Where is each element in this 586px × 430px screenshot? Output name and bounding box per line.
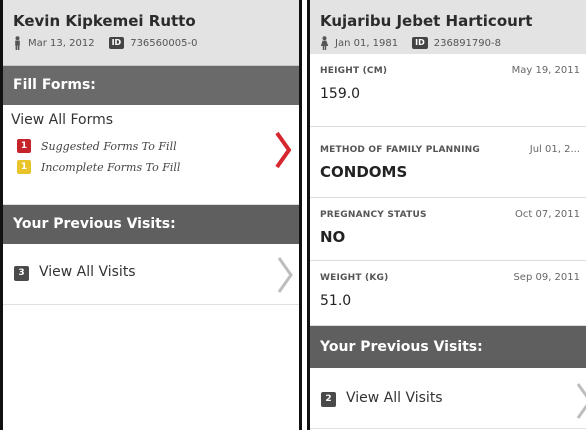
patient-id: 236891790-8 <box>433 37 501 49</box>
view-all-visits-label: View All Visits <box>39 264 136 280</box>
female-icon <box>320 36 329 50</box>
previous-visits-header: Your Previous Visits: <box>310 326 586 368</box>
observation-value: CONDOMS <box>320 163 408 181</box>
observation-label: METHOD OF FAMILY PLANNING <box>320 145 480 155</box>
incomplete-forms-item[interactable]: 1 Incomplete Forms To Fill <box>17 160 180 174</box>
patient-id: 736560005-0 <box>130 37 198 49</box>
view-all-visits-row[interactable]: 2 View All Visits <box>310 368 586 429</box>
suggested-forms-item[interactable]: 1 Suggested Forms To Fill <box>17 139 177 153</box>
id-card-icon: ID <box>412 37 428 49</box>
patient-name: Kujaribu Jebet Harticourt <box>320 12 533 30</box>
patient-meta: Jan 01, 1981 ID 236891790-8 <box>320 36 576 50</box>
birth-date: Jan 01, 1981 <box>335 37 399 49</box>
patient-screen-left: Kevin Kipkemei Rutto Mar 13, 2012 ID 736… <box>0 0 302 430</box>
observation-label: PREGNANCY STATUS <box>320 210 427 220</box>
observation-label: HEIGHT (CM) <box>320 66 388 76</box>
observation-value: 159.0 <box>320 86 361 102</box>
observation-date: Oct 07, 2011 <box>515 209 580 220</box>
view-all-visits-label: View All Visits <box>346 390 443 406</box>
visit-count-badge: 3 <box>14 266 29 281</box>
suggested-forms-badge: 1 <box>17 139 31 153</box>
patient-name: Kevin Kipkemei Rutto <box>13 12 196 30</box>
view-all-visits-row[interactable]: 3 View All Visits <box>3 244 299 305</box>
patient-header: Kevin Kipkemei Rutto Mar 13, 2012 ID 736… <box>3 0 299 66</box>
observation-date: May 19, 2011 <box>511 65 580 76</box>
view-all-forms-label: View All Forms <box>11 112 114 128</box>
observation-pregnancy-status[interactable]: PREGNANCY STATUS Oct 07, 2011 NO <box>310 198 586 261</box>
incomplete-forms-badge: 1 <box>17 160 31 174</box>
observation-label: WEIGHT (KG) <box>320 273 389 283</box>
suggested-forms-label: Suggested Forms To Fill <box>41 139 177 153</box>
birth-date: Mar 13, 2012 <box>28 37 95 49</box>
observation-height[interactable]: HEIGHT (CM) May 19, 2011 159.0 <box>310 54 586 127</box>
chevron-right-icon[interactable] <box>277 256 293 294</box>
observation-date: Sep 09, 2011 <box>513 272 580 283</box>
id-card-icon: ID <box>108 37 125 49</box>
incomplete-forms-label: Incomplete Forms To Fill <box>41 160 181 174</box>
observation-family-planning[interactable]: METHOD OF FAMILY PLANNING Jul 01, 2... C… <box>310 127 586 198</box>
observation-weight[interactable]: WEIGHT (KG) Sep 09, 2011 51.0 <box>310 261 586 326</box>
visit-count-badge: 2 <box>321 392 336 407</box>
observation-date: Jul 01, 2... <box>529 144 580 155</box>
fill-forms-header: Fill Forms: <box>3 66 299 105</box>
fill-forms-panel[interactable]: View All Forms 1 Suggested Forms To Fill… <box>3 105 299 205</box>
patient-header: Kujaribu Jebet Harticourt Jan 01, 1981 I… <box>310 0 586 62</box>
observation-value: 51.0 <box>320 293 352 309</box>
patient-meta: Mar 13, 2012 ID 736560005-0 <box>13 36 289 50</box>
male-icon <box>15 36 20 50</box>
observation-value: NO <box>320 228 346 246</box>
previous-visits-header: Your Previous Visits: <box>3 205 299 244</box>
chevron-right-icon[interactable] <box>576 382 586 420</box>
patient-screen-right: Kujaribu Jebet Harticourt Jan 01, 1981 I… <box>307 0 586 430</box>
chevron-right-icon[interactable] <box>275 131 291 169</box>
